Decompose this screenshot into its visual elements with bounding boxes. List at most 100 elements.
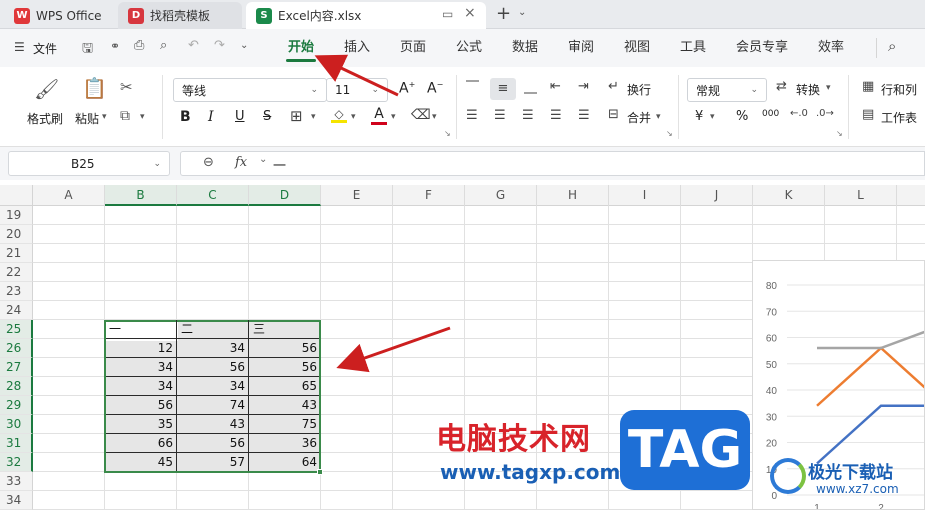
cut-icon[interactable]: ✂	[120, 78, 133, 96]
convert-label[interactable]: 转换	[796, 81, 820, 98]
thousands-button[interactable]: 000	[762, 109, 779, 119]
table-cell[interactable]: 65	[248, 377, 320, 396]
chevron-down-icon[interactable]: ▾	[102, 112, 107, 122]
rows-cols-icon[interactable]: ▦	[862, 79, 874, 94]
rows-cols-label[interactable]: 行和列	[881, 81, 917, 98]
align-bottom-icon[interactable]: ⎽	[524, 80, 537, 95]
tab-excel-file[interactable]: S Excel内容.xlsx ▭ ×	[246, 2, 486, 29]
row-header[interactable]: 29	[0, 396, 33, 415]
menu-tab-tools[interactable]: 工具	[676, 29, 710, 67]
print-preview-icon[interactable]: ⌕	[160, 38, 167, 53]
table-cell[interactable]: 66	[104, 434, 176, 453]
formula-input[interactable]: ⊖ fx ⌄ 一	[180, 151, 925, 176]
chevron-down-icon[interactable]: ▾	[656, 112, 661, 122]
row-header[interactable]: 33	[0, 472, 33, 491]
table-cell[interactable]: 64	[248, 453, 320, 472]
bold-button[interactable]: B	[180, 109, 191, 125]
wrap-text-icon[interactable]: ↵	[608, 79, 619, 94]
row-header[interactable]: 34	[0, 491, 33, 510]
number-dialog-launcher-icon[interactable]: ↘	[836, 129, 843, 138]
table-cell[interactable]: 56	[248, 339, 320, 358]
font-decrease-icon[interactable]: A−	[427, 80, 443, 97]
chevron-down-icon[interactable]: ▾	[311, 112, 316, 122]
align-center-icon[interactable]: ☰	[494, 108, 506, 123]
file-menu[interactable]: 文件	[33, 40, 57, 57]
clear-format-icon[interactable]: ⌫	[411, 107, 431, 123]
row-header[interactable]: 27	[0, 358, 33, 377]
column-header[interactable]: H	[537, 185, 609, 206]
search-icon[interactable]: ⌕	[888, 37, 896, 55]
strikethrough-button[interactable]: S	[263, 109, 271, 124]
align-dialog-launcher-icon[interactable]: ↘	[666, 129, 673, 138]
chart-series-line-3[interactable]	[817, 324, 925, 350]
table-header-cell[interactable]: 二	[178, 320, 248, 339]
table-cell[interactable]: 12	[104, 339, 176, 358]
menu-tab-view[interactable]: 视图	[620, 29, 654, 67]
currency-button[interactable]: ¥	[695, 109, 703, 124]
align-left-icon[interactable]: ☰	[466, 108, 478, 123]
menu-tab-page[interactable]: 页面	[396, 29, 430, 67]
table-cell[interactable]: 34	[104, 358, 176, 377]
merge-label[interactable]: 合并	[627, 109, 651, 126]
table-cell[interactable]: 43	[176, 415, 248, 434]
underline-button[interactable]: U	[235, 109, 245, 124]
menu-tab-formula[interactable]: 公式	[452, 29, 486, 67]
number-format-select[interactable]: 常规 ⌄	[687, 78, 767, 102]
tab-screen-icon[interactable]: ▭	[442, 7, 453, 21]
format-painter-icon[interactable]: 🖌	[34, 77, 59, 101]
chevron-down-icon[interactable]: ▾	[391, 112, 396, 122]
increase-indent-icon[interactable]: ⇥	[578, 79, 589, 94]
menu-tab-review[interactable]: 审阅	[564, 29, 598, 67]
table-cell[interactable]: 74	[176, 396, 248, 415]
share-link-icon[interactable]: ⚭	[110, 39, 120, 53]
column-header[interactable]: F	[393, 185, 465, 206]
column-header[interactable]: L	[825, 185, 897, 206]
paste-icon[interactable]: 📋	[82, 76, 107, 100]
chevron-down-icon[interactable]: ▾	[351, 112, 356, 122]
chevron-down-icon[interactable]: ▾	[710, 112, 715, 122]
print-icon[interactable]: ⎙	[134, 38, 144, 53]
column-header[interactable]: B	[105, 185, 177, 206]
fill-color-icon[interactable]: ◇	[331, 107, 347, 123]
tab-close-icon[interactable]: ×	[464, 5, 476, 21]
row-header[interactable]: 32	[0, 453, 33, 472]
table-cell[interactable]: 43	[248, 396, 320, 415]
menu-tab-efficiency[interactable]: 效率	[814, 29, 848, 67]
row-header[interactable]: 19	[0, 206, 33, 225]
name-box[interactable]: B25 ⌄	[8, 151, 170, 176]
worksheet-icon[interactable]: ▤	[862, 107, 874, 122]
table-cell[interactable]: 56	[248, 358, 320, 377]
convert-icon[interactable]: ⇄	[776, 79, 787, 94]
fx-button[interactable]: fx	[235, 155, 247, 170]
table-cell[interactable]: 36	[248, 434, 320, 453]
table-cell[interactable]: 56	[104, 396, 176, 415]
table-cell[interactable]: 56	[176, 358, 248, 377]
table-cell[interactable]: 57	[176, 453, 248, 472]
table-header-cell[interactable]: 三	[250, 320, 320, 339]
align-right-icon[interactable]: ☰	[522, 108, 534, 123]
menu-tab-home[interactable]: 开始	[284, 29, 318, 67]
row-header[interactable]: 20	[0, 225, 33, 244]
font-increase-icon[interactable]: A+	[399, 80, 415, 97]
column-header[interactable]: I	[609, 185, 681, 206]
merge-icon[interactable]: ⊟	[608, 107, 619, 122]
menu-tab-insert[interactable]: 插入	[340, 29, 374, 67]
align-top-icon[interactable]: ⎺	[466, 80, 479, 95]
row-header[interactable]: 26	[0, 339, 33, 358]
decrease-decimal-icon[interactable]: .0→	[816, 108, 834, 119]
column-header[interactable]: A	[33, 185, 105, 206]
chart-series-line-2[interactable]	[816, 346, 925, 407]
font-size-select[interactable]: 11 ⌄	[326, 78, 388, 102]
row-header[interactable]: 22	[0, 263, 33, 282]
wrap-text-label[interactable]: 换行	[627, 81, 651, 98]
paste-label[interactable]: 粘贴	[75, 110, 99, 127]
hamburger-icon[interactable]: ☰	[14, 40, 25, 54]
row-header[interactable]: 25	[0, 320, 33, 339]
table-cell[interactable]: 56	[176, 434, 248, 453]
format-painter-label[interactable]: 格式刷	[27, 110, 63, 127]
font-dialog-launcher-icon[interactable]: ↘	[444, 129, 451, 138]
italic-button[interactable]: I	[208, 109, 214, 125]
select-all-corner[interactable]	[0, 185, 33, 206]
chevron-down-icon[interactable]: ⌄	[518, 7, 526, 18]
table-cell[interactable]: 34	[176, 377, 248, 396]
